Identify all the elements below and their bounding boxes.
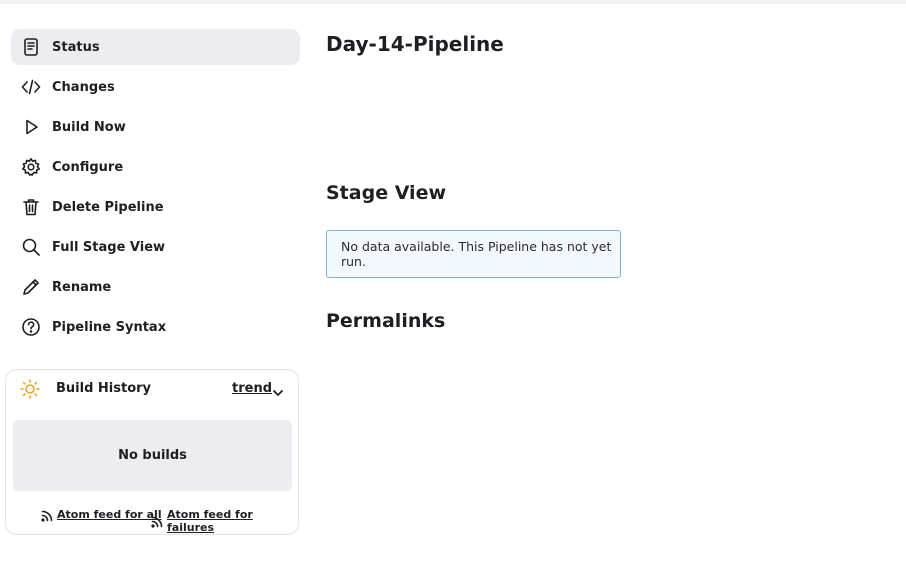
sidebar-item-status[interactable]: Status xyxy=(11,29,300,65)
page-title: Day-14-Pipeline xyxy=(326,32,504,56)
sidebar-item-label: Build Now xyxy=(52,119,126,135)
trash-icon xyxy=(20,196,42,218)
pencil-icon xyxy=(20,276,42,298)
sidebar-item-changes[interactable]: Changes xyxy=(11,69,300,105)
sidebar-item-label: Pipeline Syntax xyxy=(52,319,167,335)
sidebar-item-label: Delete Pipeline xyxy=(52,199,164,215)
atom-feed-all-label: Atom feed for all xyxy=(57,508,162,521)
no-builds-placeholder: No builds xyxy=(13,420,292,491)
sidebar-item-label: Full Stage View xyxy=(52,239,166,255)
top-bar xyxy=(0,0,906,4)
permalinks-heading: Permalinks xyxy=(326,310,446,332)
sidebar-item-rename[interactable]: Rename xyxy=(11,269,300,305)
sun-icon xyxy=(20,379,40,399)
sidebar-item-build-now[interactable]: Build Now xyxy=(11,109,300,145)
gear-icon xyxy=(20,156,42,178)
sidebar-item-label: Configure xyxy=(52,159,124,175)
build-history-header: Build History trend xyxy=(6,370,298,408)
atom-feed-all-link[interactable]: Atom feed for all xyxy=(41,507,162,522)
sidebar-item-label: Rename xyxy=(52,279,112,295)
build-history-title: Build History xyxy=(56,381,152,396)
chevron-down-icon[interactable] xyxy=(272,384,284,396)
stage-view-notice: No data available. This Pipeline has not… xyxy=(326,230,621,278)
atom-feeds: Atom feed for all Atom feed for failures xyxy=(6,507,298,534)
document-icon xyxy=(20,36,42,58)
atom-feed-failures-link[interactable]: Atom feed for failures xyxy=(151,508,298,534)
sidebar-item-label: Status xyxy=(52,39,100,55)
sidebar-item-full-stage-view[interactable]: Full Stage View xyxy=(11,229,300,265)
search-icon xyxy=(20,236,42,258)
sidebar-item-label: Changes xyxy=(52,79,115,95)
atom-feed-failures-label: Atom feed for failures xyxy=(167,508,253,534)
code-icon xyxy=(20,76,42,98)
sidebar-item-pipeline-syntax[interactable]: Pipeline Syntax xyxy=(11,309,300,345)
help-icon xyxy=(20,316,42,338)
build-history-panel: Build History trend No builds Atom feed … xyxy=(5,369,299,535)
play-icon xyxy=(20,116,42,138)
rss-icon xyxy=(41,507,53,522)
rss-icon xyxy=(151,513,163,528)
sidebar-item-delete-pipeline[interactable]: Delete Pipeline xyxy=(11,189,300,225)
sidebar-item-configure[interactable]: Configure xyxy=(11,149,300,185)
trend-link[interactable]: trend xyxy=(232,381,272,396)
stage-view-heading: Stage View xyxy=(326,182,447,204)
sidebar: Status Changes Build Now Configure Delet… xyxy=(11,29,300,349)
